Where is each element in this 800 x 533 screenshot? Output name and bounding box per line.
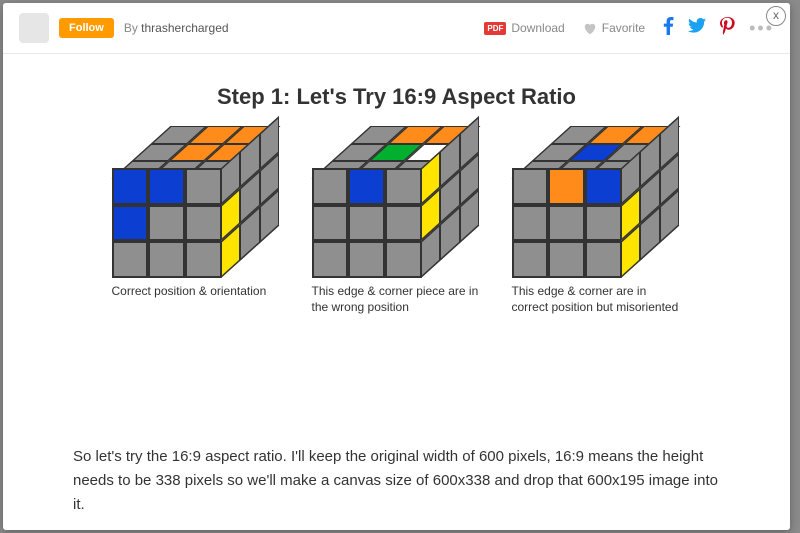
twitter-icon[interactable]: [688, 18, 706, 38]
article-body: Step 1: Let's Try 16:9 Aspect Ratio Corr…: [3, 54, 790, 530]
figure-caption: Correct position & orientation: [112, 284, 267, 300]
by-prefix: By: [124, 21, 141, 35]
paragraph: So let's try the 16:9 aspect ratio. I'll…: [73, 445, 720, 517]
facebook-icon[interactable]: [663, 17, 674, 40]
byline: By thrashercharged: [124, 21, 229, 35]
step-title: Step 1: Let's Try 16:9 Aspect Ratio: [73, 84, 720, 110]
cube-image[interactable]: [512, 128, 682, 278]
cube-image[interactable]: [312, 128, 482, 278]
figure-1: Correct position & orientation: [112, 128, 282, 315]
avatar[interactable]: [19, 13, 49, 43]
figure-caption: This edge & corner are in correct positi…: [512, 284, 682, 315]
figure-3: This edge & corner are in correct positi…: [512, 128, 682, 315]
close-icon[interactable]: x: [766, 6, 786, 26]
pdf-icon: PDF: [484, 22, 506, 35]
pinterest-icon[interactable]: [720, 17, 735, 40]
modal-content: Follow By thrashercharged PDF Download F…: [3, 3, 790, 530]
favorite-label: Favorite: [602, 21, 645, 35]
social-share: •••: [663, 17, 774, 40]
figure-row: Correct position & orientation This edge…: [73, 128, 720, 315]
author-name[interactable]: thrashercharged: [141, 21, 228, 35]
header-actions: PDF Download Favorite •••: [484, 17, 774, 40]
article-header: Follow By thrashercharged PDF Download F…: [3, 3, 790, 54]
figure-2: This edge & corner piece are in the wron…: [312, 128, 482, 315]
figure-caption: This edge & corner piece are in the wron…: [312, 284, 482, 315]
cube-image[interactable]: [112, 128, 282, 278]
heart-icon: [583, 22, 597, 35]
favorite-button[interactable]: Favorite: [583, 21, 645, 35]
follow-button[interactable]: Follow: [59, 18, 114, 38]
download-label: Download: [511, 21, 564, 35]
download-button[interactable]: PDF Download: [484, 21, 564, 35]
